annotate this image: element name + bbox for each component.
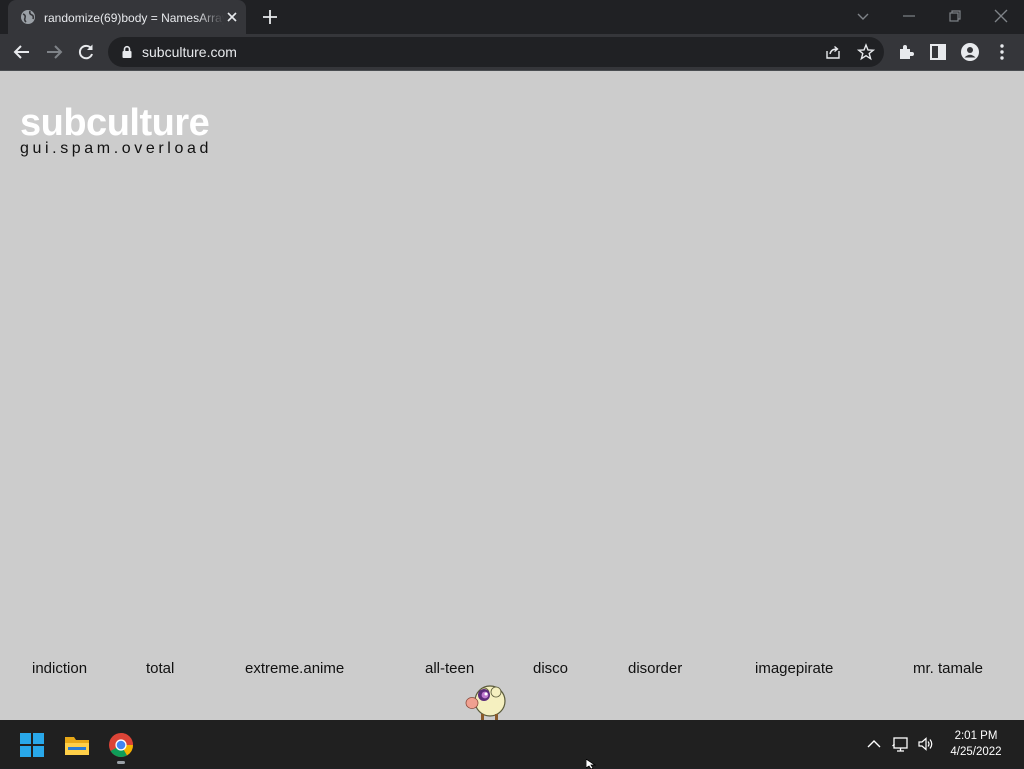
nav-link-total[interactable]: total — [146, 660, 174, 678]
nav-link-mr-tamale[interactable]: mr. tamale — [913, 660, 983, 678]
nav-link-disco[interactable]: disco — [533, 660, 568, 678]
back-arrow-icon[interactable] — [12, 42, 32, 62]
minimize-icon[interactable] — [899, 6, 919, 26]
restore-icon[interactable] — [945, 6, 965, 26]
forward-arrow-icon[interactable] — [44, 42, 64, 62]
browser-tab[interactable]: randomize(69)body = NamesArray — [8, 0, 246, 34]
chevron-up-icon[interactable] — [865, 735, 883, 753]
tab-strip: randomize(69)body = NamesArray — [0, 0, 1024, 34]
close-window-icon[interactable] — [991, 6, 1011, 26]
tab-close-icon[interactable] — [224, 9, 240, 25]
taskbar-clock[interactable]: 2:01 PM 4/25/2022 — [944, 728, 1008, 760]
tab-search-chevron-icon[interactable] — [853, 6, 873, 26]
chrome-icon[interactable] — [108, 732, 134, 758]
lock-icon[interactable] — [120, 45, 134, 59]
site-logo-title[interactable]: subculture — [20, 101, 210, 145]
site-logo-subtitle: gui.spam.overload — [20, 140, 212, 157]
chrome-running-indicator — [117, 761, 125, 764]
extensions-puzzle-icon[interactable] — [896, 42, 916, 62]
windows-taskbar: 2:01 PM 4/25/2022 — [0, 720, 1024, 768]
nav-link-indiction[interactable]: indiction — [32, 660, 87, 678]
side-panel-icon[interactable] — [928, 42, 948, 62]
volume-icon[interactable] — [917, 735, 935, 753]
nav-link-all-teen[interactable]: all-teen — [425, 660, 474, 678]
kebab-menu-icon[interactable] — [992, 42, 1012, 62]
reload-icon[interactable] — [76, 42, 96, 62]
network-icon[interactable] — [892, 735, 910, 753]
new-tab-icon[interactable] — [260, 7, 280, 27]
address-bar[interactable]: subculture.com — [108, 37, 884, 67]
profile-avatar-icon[interactable] — [960, 42, 980, 62]
sheep-mascot-icon — [465, 685, 506, 720]
tab-title: randomize(69)body = NamesArray — [44, 11, 224, 25]
share-icon[interactable] — [824, 43, 842, 61]
globe-icon — [21, 10, 35, 24]
page-content: subculture gui.spam.overload indiction t… — [0, 71, 1024, 720]
url-text: subculture.com — [142, 44, 237, 60]
nav-link-disorder[interactable]: disorder — [628, 660, 682, 678]
windows-start-icon[interactable] — [19, 732, 45, 758]
clock-time: 2:01 PM — [954, 730, 998, 742]
browser-toolbar: subculture.com — [0, 34, 1024, 70]
file-explorer-icon[interactable] — [64, 732, 90, 758]
bookmark-star-icon[interactable] — [857, 43, 875, 61]
nav-link-imagepirate[interactable]: imagepirate — [755, 660, 833, 678]
nav-link-extreme-anime[interactable]: extreme.anime — [245, 660, 344, 678]
clock-date: 4/25/2022 — [950, 746, 1002, 758]
